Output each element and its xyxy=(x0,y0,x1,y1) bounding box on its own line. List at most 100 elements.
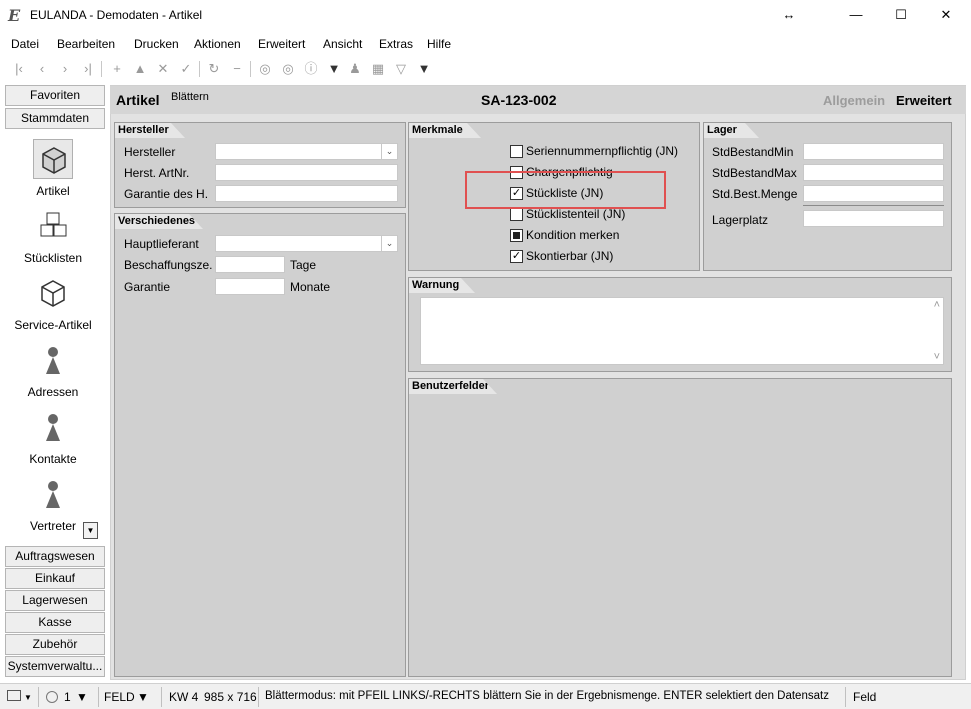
garantie-input[interactable] xyxy=(215,278,285,295)
add-icon[interactable]: + xyxy=(108,59,126,79)
record-id: SA-123-002 xyxy=(481,92,557,108)
std-best-menge-input[interactable] xyxy=(803,185,944,202)
scroll-up-icon[interactable]: ˄ xyxy=(934,299,940,311)
nav-group-kasse[interactable]: Kasse xyxy=(5,612,105,633)
checkbox-label: Kondition merken xyxy=(526,228,620,242)
menu-ansicht[interactable]: Ansicht xyxy=(323,37,362,51)
toolbar-separator xyxy=(250,61,251,77)
nav-group-einkauf[interactable]: Einkauf xyxy=(5,568,105,589)
nav-tile-adressen[interactable]: Adressen xyxy=(5,340,101,406)
tab-allgemein[interactable]: Allgemein xyxy=(823,93,885,108)
chevron-down-icon[interactable]: ⌄ xyxy=(381,236,397,251)
chevron-down-icon[interactable]: ▼ xyxy=(76,690,88,704)
menu-datei[interactable]: Datei xyxy=(11,37,39,51)
field-label: Hauptlieferant xyxy=(124,237,199,251)
person-icon[interactable]: ♟ xyxy=(346,59,364,79)
hauptlieferant-dropdown[interactable]: ⌄ xyxy=(215,235,398,252)
lagerplatz-input[interactable] xyxy=(803,210,944,227)
up-icon[interactable]: ▲ xyxy=(131,59,149,79)
status-separator xyxy=(258,687,259,707)
skontierbar-checkbox[interactable]: ✓ xyxy=(510,250,523,263)
confirm-icon[interactable]: ✓ xyxy=(177,59,195,79)
last-record-icon[interactable]: ›| xyxy=(79,59,97,79)
nav-tile-artikel[interactable]: Artikel xyxy=(5,139,101,205)
nav-group-favoriten[interactable]: Favoriten xyxy=(5,85,105,106)
nav-tile-label: Adressen xyxy=(27,385,79,399)
menu-aktionen[interactable]: Aktionen xyxy=(194,37,241,51)
nav-tile-label: Artikel xyxy=(36,184,70,198)
warnung-textarea[interactable]: ˄ ˅ xyxy=(420,297,944,365)
nav-group-zubehoer[interactable]: Zubehör xyxy=(5,634,105,655)
panel-heading: Hersteller xyxy=(115,123,185,138)
first-record-icon[interactable]: |‹ xyxy=(10,59,28,79)
seriennummernpflichtig-checkbox[interactable] xyxy=(510,145,523,158)
garantie-des-h-input[interactable] xyxy=(215,185,398,202)
delete-icon[interactable]: − xyxy=(228,59,246,79)
nav-group-systemverwaltung[interactable]: Systemverwaltu... xyxy=(5,656,105,677)
person-icon xyxy=(33,407,73,447)
refresh-icon[interactable]: ↻ xyxy=(205,59,223,79)
std-bestand-max-input[interactable] xyxy=(803,164,944,181)
nav-group-auftragswesen[interactable]: Auftragswesen xyxy=(5,546,105,567)
menu-extras[interactable]: Extras xyxy=(379,37,413,51)
cube-icon xyxy=(33,273,73,313)
nav-group-stammdaten[interactable]: Stammdaten xyxy=(5,108,105,129)
nav-scroll-down-button[interactable]: ▼ xyxy=(83,522,98,539)
app-logo-icon: E xyxy=(8,6,21,25)
kondition-merken-checkbox[interactable] xyxy=(510,229,523,242)
next-record-icon[interactable]: › xyxy=(56,59,74,79)
unit-label: Tage xyxy=(290,258,317,272)
grid-icon[interactable]: ▦ xyxy=(369,59,387,79)
menu-hilfe[interactable]: Hilfe xyxy=(427,37,451,51)
chevron-down-icon[interactable]: ⌄ xyxy=(381,144,397,159)
std-bestand-min-input[interactable] xyxy=(803,143,944,160)
status-size: 985 x 716 xyxy=(204,690,257,704)
field-label: StdBestandMax xyxy=(712,166,797,180)
target-icon[interactable] xyxy=(46,691,58,703)
cube-icon xyxy=(33,139,73,179)
nav-tile-service-artikel[interactable]: Service-Artikel xyxy=(5,273,101,339)
target-icon[interactable]: ◎ xyxy=(279,59,297,79)
beschaffungszeit-input[interactable] xyxy=(215,256,285,273)
hersteller-dropdown[interactable]: ⌄ xyxy=(215,143,398,160)
nav-group-lagerwesen[interactable]: Lagerwesen xyxy=(5,590,105,611)
filter-icon[interactable]: ▽ xyxy=(392,59,410,79)
context-mode: Blättern xyxy=(171,91,209,103)
info-icon[interactable]: ⓘ xyxy=(302,59,320,79)
window-icon[interactable] xyxy=(7,690,21,701)
nav-tile-kontakte[interactable]: Kontakte xyxy=(5,407,101,473)
nav-tile-stuecklisten[interactable]: Stücklisten xyxy=(5,206,101,272)
nav-tile-label: Service-Artikel xyxy=(14,318,92,332)
panel-heading: Warnung xyxy=(409,278,475,293)
menu-erweitert[interactable]: Erweitert xyxy=(258,37,305,51)
window-title: EULANDA - Demodaten - Artikel xyxy=(30,8,203,22)
chevron-down-icon[interactable]: ▼ xyxy=(137,690,149,704)
chevron-down-icon[interactable]: ▼ xyxy=(24,693,32,702)
minimize-button[interactable]: — xyxy=(841,4,871,26)
menu-drucken[interactable]: Drucken xyxy=(134,37,179,51)
maximize-button[interactable]: ☐ xyxy=(886,4,916,26)
page-number: 1 xyxy=(64,690,71,704)
status-week: KW 4 xyxy=(169,690,199,704)
stuecklistenteil-checkbox[interactable] xyxy=(510,208,523,221)
cancel-icon[interactable]: ✕ xyxy=(154,59,172,79)
resize-icon[interactable]: ↔ xyxy=(774,4,804,26)
dropdown-icon[interactable]: ▼ xyxy=(415,59,433,79)
menu-bearbeiten[interactable]: Bearbeiten xyxy=(57,37,115,51)
dropdown-icon[interactable]: ▼ xyxy=(325,59,343,79)
close-button[interactable]: ✕ xyxy=(931,4,961,26)
cubes-icon xyxy=(33,206,73,246)
verschiedenes-panel: Verschiedenes Hauptlieferant ⌄ Beschaffu… xyxy=(114,213,406,677)
status-separator xyxy=(161,687,162,707)
tab-erweitert[interactable]: Erweitert xyxy=(896,93,952,108)
nav-tile-label: Stücklisten xyxy=(23,251,83,265)
checkbox-label: Skontierbar (JN) xyxy=(526,249,614,263)
scroll-down-icon[interactable]: ˅ xyxy=(934,351,940,363)
toolbar: |‹ ‹ › ›| + ▲ ✕ ✓ ↻ − ◎ ◎ ⓘ ▼ ♟ ▦ ▽ ▼ xyxy=(0,57,971,82)
field-label: Garantie des H. xyxy=(124,187,209,201)
herst-artnr-input[interactable] xyxy=(215,164,398,181)
binoculars-icon[interactable]: ◎ xyxy=(256,59,274,79)
benutzerfelder-panel: Benutzerfelder xyxy=(408,378,952,677)
previous-record-icon[interactable]: ‹ xyxy=(33,59,51,79)
context-title: Artikel xyxy=(116,92,160,108)
